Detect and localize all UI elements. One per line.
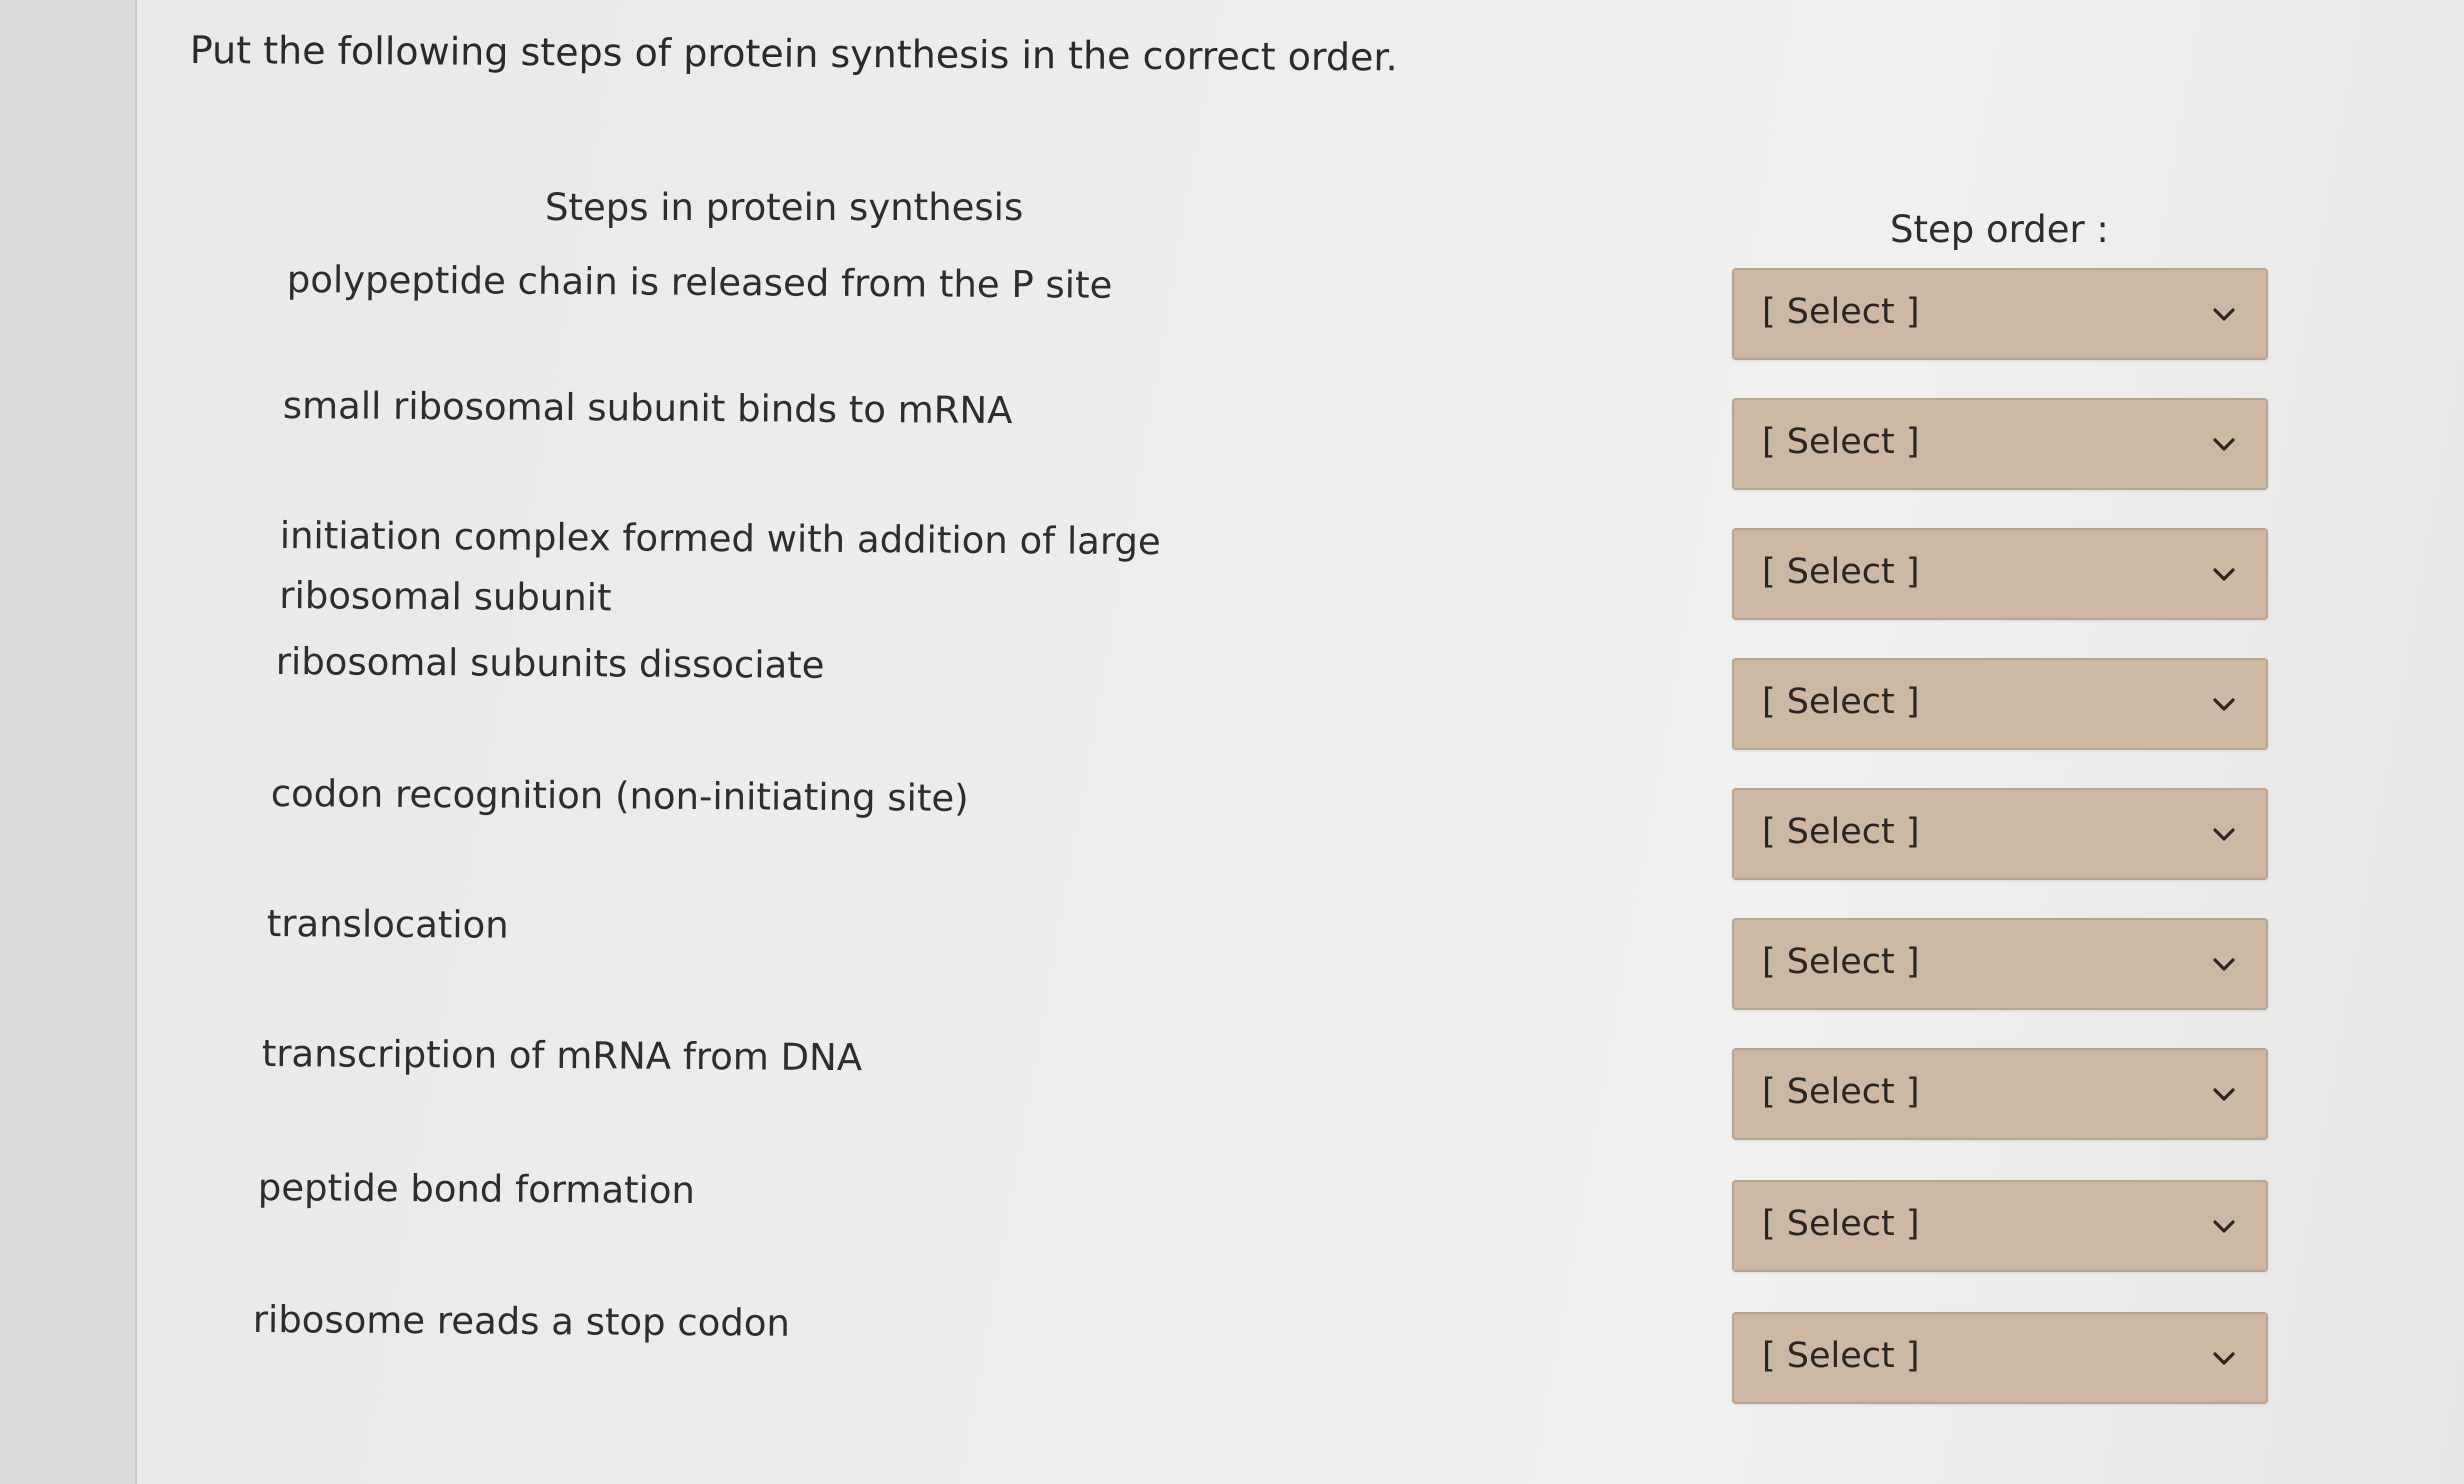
- step-item: ribosome reads a stop codon: [253, 1290, 791, 1354]
- step-item: polypeptide chain is released from the P…: [287, 250, 1113, 316]
- step-order-select[interactable]: [ Select ]: [1732, 1180, 2268, 1272]
- step-order-select[interactable]: [ Select ]: [1732, 1048, 2268, 1140]
- select-value: [ Select ]: [1762, 1204, 1920, 1244]
- step-text: peptide bond formation: [257, 1165, 696, 1213]
- step-text: translocation: [266, 901, 509, 947]
- question-text: Put the following steps of protein synth…: [189, 28, 1398, 80]
- step-text: polypeptide chain is released from the P…: [286, 257, 1113, 307]
- select-value: [ Select ]: [1762, 422, 1920, 462]
- step-order-select[interactable]: [ Select ]: [1732, 268, 2268, 360]
- step-item: peptide bond formation: [258, 1158, 696, 1221]
- steps-column-header: Steps in protein synthesis: [545, 186, 1024, 229]
- select-value: [ Select ]: [1762, 942, 1920, 982]
- step-order-select[interactable]: [ Select ]: [1732, 528, 2268, 620]
- step-text: small ribosomal subunit binds to mRNA: [282, 383, 1013, 433]
- select-value: [ Select ]: [1762, 1072, 1920, 1112]
- step-order-select[interactable]: [ Select ]: [1732, 1312, 2268, 1404]
- select-value: [ Select ]: [1762, 682, 1920, 722]
- step-text: ribosomal subunits dissociate: [275, 639, 825, 687]
- select-value: [ Select ]: [1762, 552, 1920, 592]
- step-text: ribosome reads a stop codon: [252, 1297, 791, 1345]
- step-text: transcription of mRNA from DNA: [261, 1031, 863, 1080]
- select-value: [ Select ]: [1762, 1336, 1920, 1376]
- chevron-down-icon: [2213, 1220, 2235, 1233]
- chevron-down-icon: [2213, 958, 2235, 971]
- step-order-header: Step order :: [1890, 208, 2109, 251]
- left-gutter: [0, 0, 137, 1484]
- chevron-down-icon: [2213, 308, 2235, 321]
- step-order-select[interactable]: [ Select ]: [1732, 918, 2268, 1010]
- step-text: initiation complex formed with addition …: [279, 513, 1161, 564]
- chevron-down-icon: [2213, 1088, 2235, 1101]
- step-item: initiation complex formed with addition …: [279, 506, 1161, 632]
- step-order-select[interactable]: [ Select ]: [1732, 398, 2268, 490]
- chevron-down-icon: [2213, 568, 2235, 581]
- step-item: codon recognition (non-initiating site): [271, 764, 969, 829]
- chevron-down-icon: [2213, 828, 2235, 841]
- step-item: transcription of mRNA from DNA: [262, 1024, 863, 1088]
- step-text-continued: ribosomal subunit: [279, 573, 612, 620]
- chevron-down-icon: [2213, 438, 2235, 451]
- select-value: [ Select ]: [1762, 292, 1920, 332]
- step-text: codon recognition (non-initiating site): [270, 771, 969, 820]
- step-item: small ribosomal subunit binds to mRNA: [283, 376, 1013, 441]
- step-order-select[interactable]: [ Select ]: [1732, 788, 2268, 880]
- step-item: ribosomal subunits dissociate: [276, 632, 825, 696]
- step-order-select[interactable]: [ Select ]: [1732, 658, 2268, 750]
- chevron-down-icon: [2213, 1352, 2235, 1365]
- chevron-down-icon: [2213, 698, 2235, 711]
- select-value: [ Select ]: [1762, 812, 1920, 852]
- step-item: translocation: [267, 894, 509, 956]
